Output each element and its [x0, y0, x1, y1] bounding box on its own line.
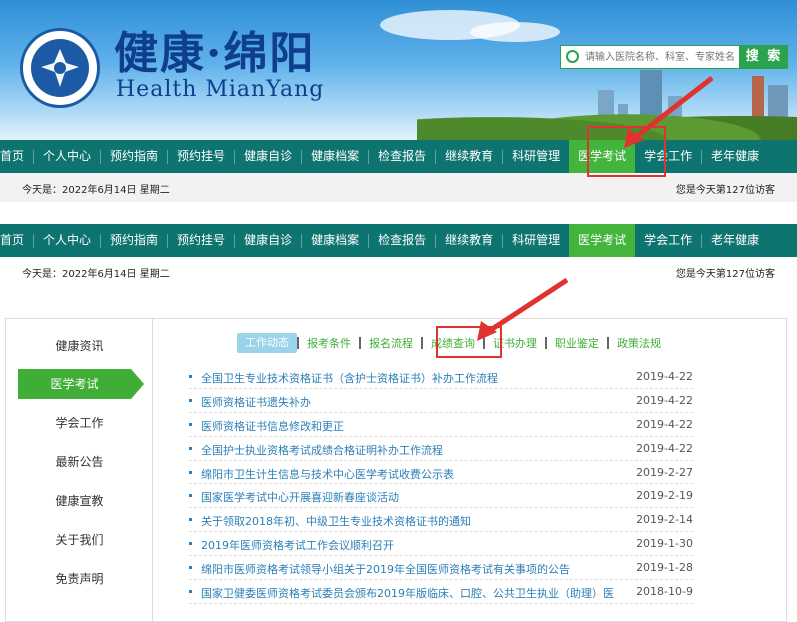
nav-home[interactable]: 首页 [0, 224, 33, 257]
news-title[interactable]: 国家卫健委医师资格考试委员会颁布2019年版临床、口腔、公共卫生执业（助理）医 [201, 585, 614, 601]
sidebar-item-disclaimer[interactable]: 免责声明 [6, 564, 153, 594]
site-header: 健康·绵阳 Health MianYang 搜 索 [0, 0, 797, 140]
date-bar-top: 今天是：2022年6月14日 星期二 您是今天第127位访客 [0, 173, 797, 202]
nav-health-records[interactable]: 健康档案 [302, 140, 368, 173]
main-nav-bottom: 首页 个人中心 预约指南 预约挂号 健康自诊 健康档案 检查报告 继续教育 科研… [0, 224, 797, 257]
news-item[interactable]: 医师资格证书信息修改和更正 2019-4-22 [189, 413, 693, 437]
news-date: 2019-1-28 [636, 561, 693, 575]
sidebar-item-announcements[interactable]: 最新公告 [6, 447, 153, 477]
tab-requirements[interactable]: 报考条件 [299, 335, 359, 351]
news-date: 2019-4-22 [636, 393, 693, 407]
nav-society[interactable]: 学会工作 [635, 224, 701, 257]
news-title[interactable]: 医师资格证书遗失补办 [201, 394, 311, 410]
tab-registration-process[interactable]: 报名流程 [361, 335, 421, 351]
news-item[interactable]: 医师资格证书遗失补办 2019-4-22 [189, 389, 693, 413]
news-list: 全国卫生专业技术资格证书（含护士资格证书）补办工作流程 2019-4-22 医师资… [189, 365, 693, 604]
annotation-box-nav [587, 126, 666, 177]
logo-emblem[interactable] [20, 28, 100, 108]
news-date: 2019-2-14 [636, 513, 693, 527]
sidebar-item-society[interactable]: 学会工作 [6, 408, 153, 438]
news-date: 2019-1-30 [636, 537, 693, 551]
sidebar-item-medical-exam[interactable]: 医学考试 [18, 369, 144, 399]
site-title[interactable]: 健康·绵阳 [114, 30, 315, 78]
nav-continuing-education[interactable]: 继续教育 [436, 140, 502, 173]
main-nav-top: 首页 个人中心 预约指南 预约挂号 健康自诊 健康档案 检查报告 继续教育 科研… [0, 140, 797, 173]
news-title[interactable]: 全国卫生专业技术资格证书（含护士资格证书）补办工作流程 [201, 370, 498, 386]
nav-booking-guide[interactable]: 预约指南 [101, 140, 167, 173]
news-date: 2018-10-9 [636, 585, 693, 599]
news-item[interactable]: 绵阳市医师资格考试领导小组关于2019年全国医师资格考试有关事项的公告 2019-… [189, 556, 693, 581]
nav-personal-center[interactable]: 个人中心 [34, 224, 100, 257]
site-subtitle: Health MianYang [116, 77, 325, 102]
news-title[interactable]: 2019年医师资格考试工作会议顺利召开 [201, 537, 394, 553]
news-item[interactable]: 全国卫生专业技术资格证书（含护士资格证书）补办工作流程 2019-4-22 [189, 365, 693, 389]
news-item[interactable]: 2019年医师资格考试工作会议顺利召开 2019-1-30 [189, 532, 693, 557]
news-item[interactable]: 绵阳市卫生计生信息与技术中心医学考试收费公示表 2019-2-27 [189, 461, 693, 485]
today-date: 今天是：2022年6月14日 星期二 [22, 269, 170, 280]
nav-home[interactable]: 首页 [0, 140, 33, 173]
news-title[interactable]: 全国护士执业资格考试成绩合格证明补办工作流程 [201, 442, 443, 458]
sidebar: 健康资讯 医学考试 学会工作 最新公告 健康宣教 关于我们 免责声明 [6, 319, 153, 622]
nav-elderly-health[interactable]: 老年健康 [702, 224, 768, 257]
news-title[interactable]: 绵阳市卫生计生信息与技术中心医学考试收费公示表 [201, 466, 454, 482]
nav-self-diagnosis[interactable]: 健康自诊 [235, 224, 301, 257]
page: 健康·绵阳 Health MianYang 搜 索 首页 个人中心 预约指南 预… [0, 0, 797, 622]
news-title[interactable]: 国家医学考试中心开展喜迎新春座谈活动 [201, 489, 399, 505]
visitor-count: 您是今天第127位访客 [675, 185, 775, 196]
news-date: 2019-4-22 [636, 441, 693, 455]
nav-check-report[interactable]: 检查报告 [369, 224, 435, 257]
news-item[interactable]: 全国护士执业资格考试成绩合格证明补办工作流程 2019-4-22 [189, 437, 693, 461]
news-item[interactable]: 国家医学考试中心开展喜迎新春座谈活动 2019-2-19 [189, 484, 693, 509]
nav-elderly-health[interactable]: 老年健康 [702, 140, 768, 173]
news-item[interactable]: 国家卫健委医师资格考试委员会颁布2019年版临床、口腔、公共卫生执业（助理）医 2… [189, 580, 693, 604]
search-icon [566, 50, 579, 63]
nav-registration[interactable]: 预约挂号 [168, 224, 234, 257]
nav-research[interactable]: 科研管理 [503, 224, 569, 257]
news-date: 2019-4-22 [636, 417, 693, 431]
news-date: 2019-2-19 [636, 489, 693, 503]
annotation-box-score-query [436, 326, 502, 358]
nav-health-records[interactable]: 健康档案 [302, 224, 368, 257]
news-title[interactable]: 医师资格证书信息修改和更正 [201, 418, 344, 434]
news-item[interactable]: 关于领取2018年初、中级卫生专业技术资格证书的通知 2019-2-14 [189, 508, 693, 533]
nav-self-diagnosis[interactable]: 健康自诊 [235, 140, 301, 173]
nav-continuing-education[interactable]: 继续教育 [436, 224, 502, 257]
date-bar-bottom: 今天是：2022年6月14日 星期二 您是今天第127位访客 [0, 257, 797, 286]
tab-work-news[interactable]: 工作动态 [237, 333, 297, 353]
content-panel: 健康资讯 医学考试 学会工作 最新公告 健康宣教 关于我们 免责声明 工作动态 … [5, 318, 787, 622]
search-button[interactable]: 搜 索 [740, 45, 788, 69]
sidebar-item-about[interactable]: 关于我们 [6, 525, 153, 555]
sidebar-item-health-education[interactable]: 健康宣教 [6, 486, 153, 516]
news-title[interactable]: 绵阳市医师资格考试领导小组关于2019年全国医师资格考试有关事项的公告 [201, 561, 570, 577]
nav-booking-guide[interactable]: 预约指南 [101, 224, 167, 257]
search-box [560, 45, 740, 69]
visitor-count: 您是今天第127位访客 [675, 269, 775, 280]
today-date: 今天是：2022年6月14日 星期二 [22, 185, 170, 196]
nav-registration[interactable]: 预约挂号 [168, 140, 234, 173]
news-date: 2019-4-22 [636, 370, 693, 383]
nav-check-report[interactable]: 检查报告 [369, 140, 435, 173]
nav-research[interactable]: 科研管理 [503, 140, 569, 173]
nav-medical-exam[interactable]: 医学考试 [569, 224, 636, 257]
news-title[interactable]: 关于领取2018年初、中级卫生专业技术资格证书的通知 [201, 513, 471, 529]
sidebar-item-health-news[interactable]: 健康资讯 [6, 331, 153, 361]
tab-vocational-appraisal[interactable]: 职业鉴定 [547, 335, 607, 351]
nav-personal-center[interactable]: 个人中心 [34, 140, 100, 173]
news-date: 2019-2-27 [636, 465, 693, 479]
search-input[interactable] [585, 48, 735, 66]
tab-policies[interactable]: 政策法规 [609, 335, 669, 351]
